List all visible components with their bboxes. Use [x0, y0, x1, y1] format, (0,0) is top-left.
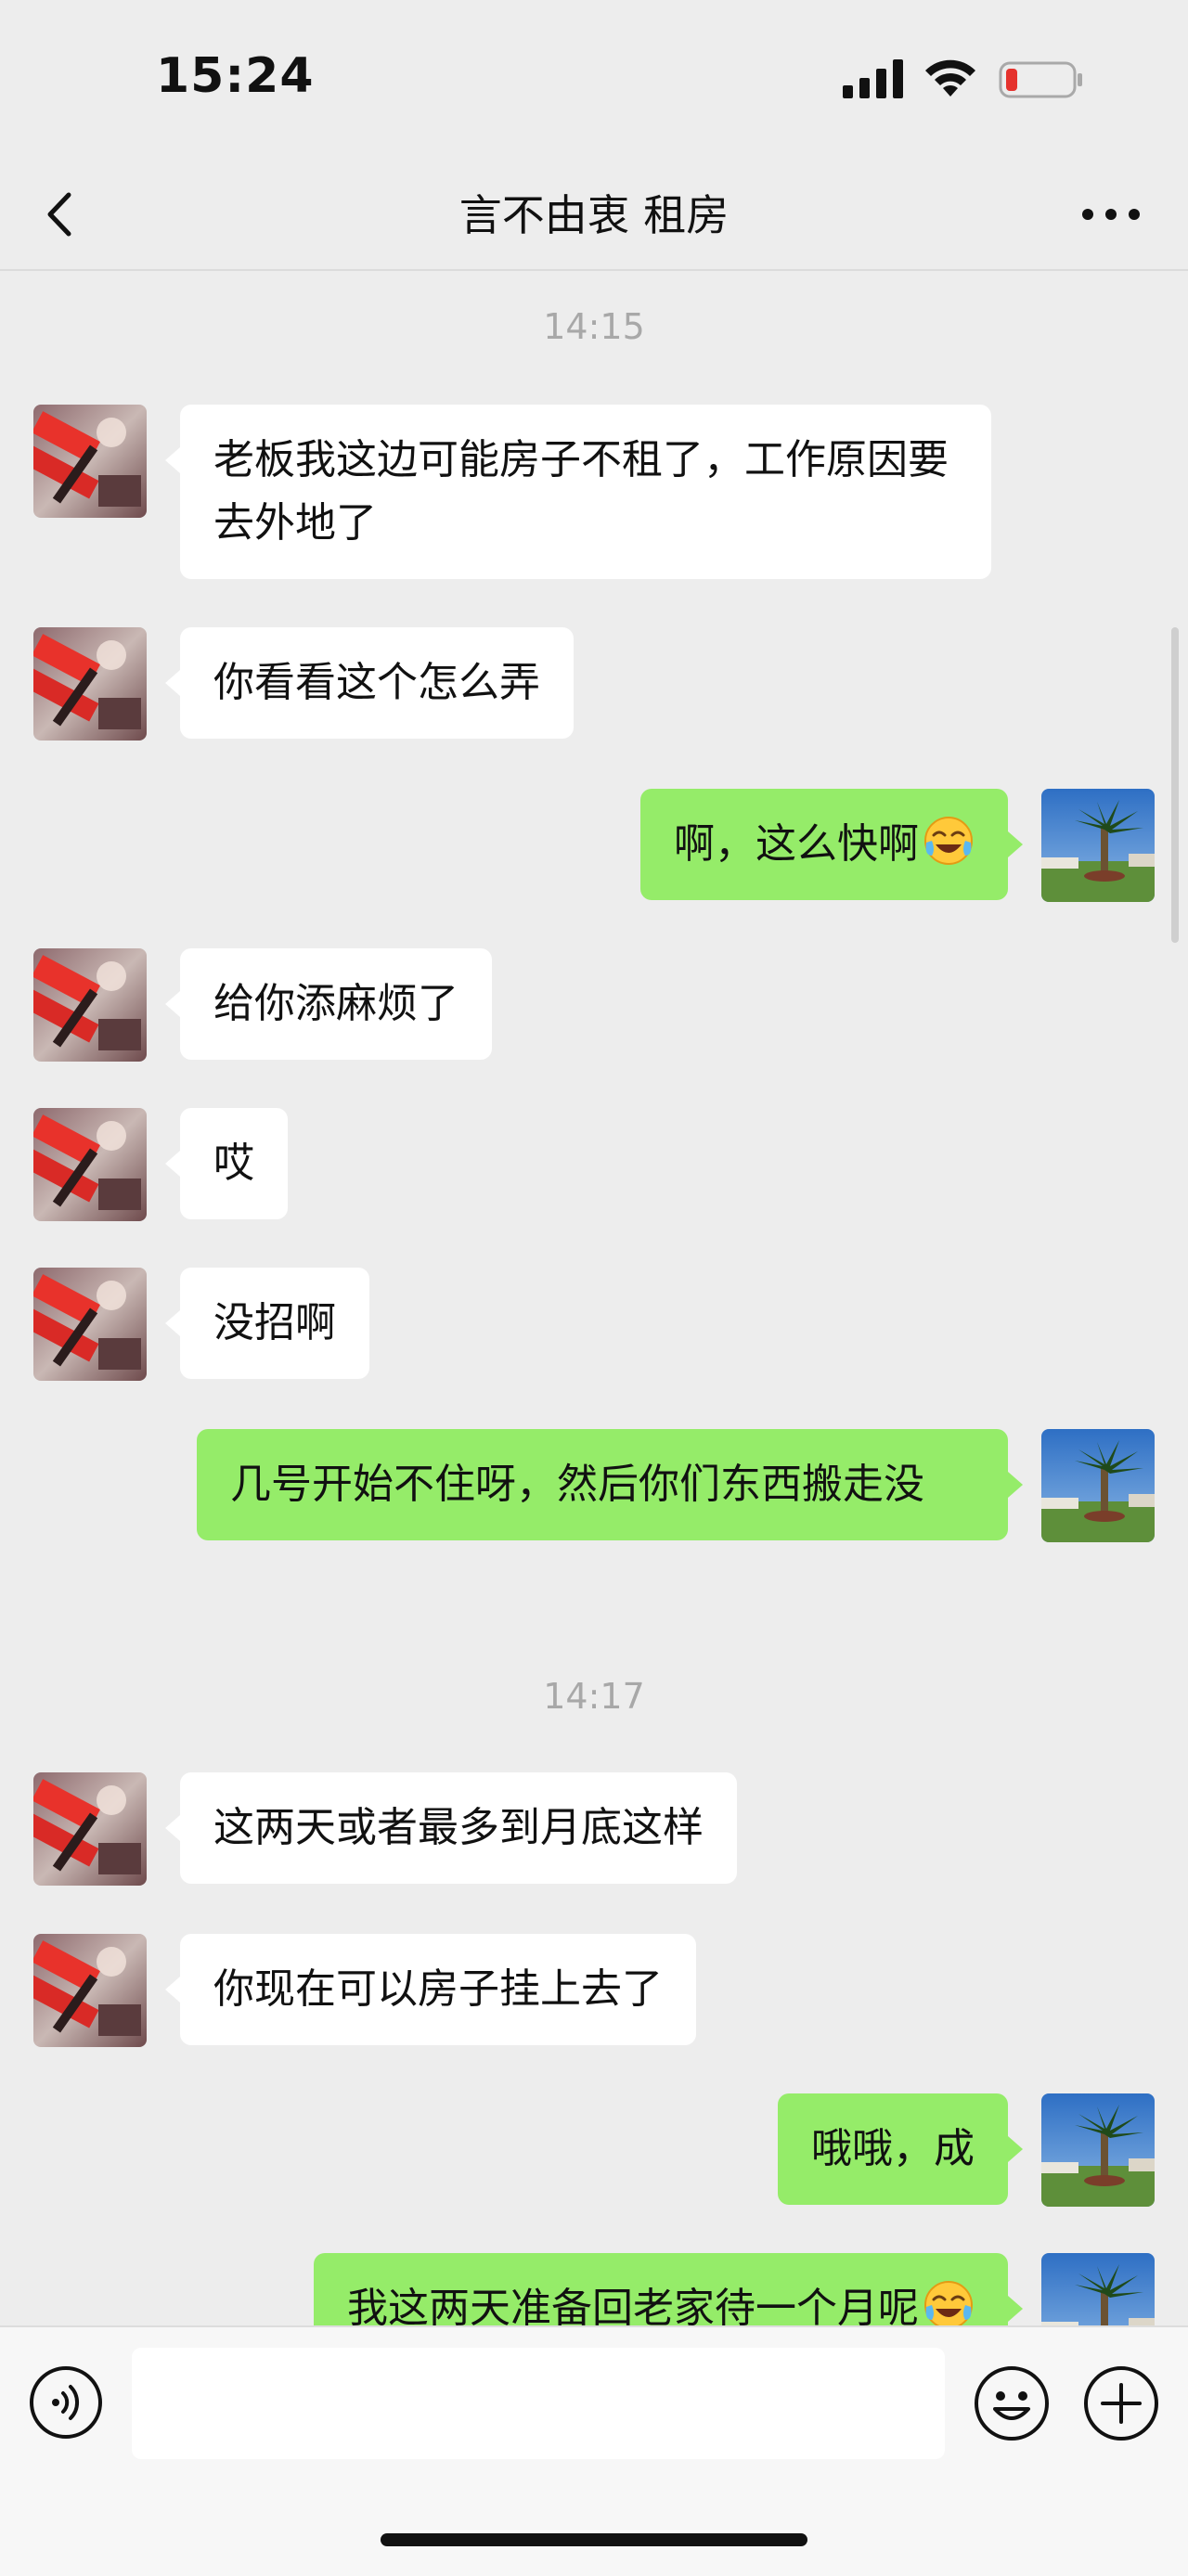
message-bubble-incoming[interactable]: 你看看这个怎么弄 — [165, 627, 574, 739]
message-text: 你看看这个怎么弄 — [213, 659, 540, 706]
message-bubble-incoming[interactable]: 你现在可以房子挂上去了 — [165, 1934, 696, 2045]
message-text: 哎 — [213, 1140, 254, 1187]
contact-avatar[interactable] — [33, 405, 147, 518]
timestamp: 14:15 — [543, 306, 645, 347]
emoji-face-icon[interactable] — [973, 2364, 1051, 2442]
contact-avatar[interactable] — [33, 948, 147, 1062]
contact-avatar[interactable] — [33, 1268, 147, 1381]
message-text: 老板我这边可能房子不租了，工作原因要去外地了 — [213, 436, 949, 547]
chat-title: 言不由衷 租房 — [458, 190, 730, 240]
voice-icon[interactable] — [28, 2364, 104, 2441]
message-text: 给你添麻烦了 — [213, 980, 458, 1027]
my-avatar[interactable] — [1041, 2093, 1155, 2207]
wifi-icon — [925, 59, 975, 97]
contact-avatar[interactable] — [33, 627, 147, 741]
message-text: 哦哦，成 — [811, 2125, 975, 2172]
message-bubble-incoming[interactable]: 给你添麻烦了 — [165, 948, 492, 1060]
message-bubble-outgoing[interactable]: 几号开始不住呀，然后你们东西搬走没 — [197, 1429, 1023, 1540]
message-text: 几号开始不住呀，然后你们东西搬走没 — [230, 1461, 924, 1508]
message-text: 啊，这么快啊 — [674, 820, 919, 868]
input-bar — [0, 2325, 1188, 2576]
message-text: 没招啊 — [213, 1299, 336, 1346]
timestamp: 14:17 — [543, 1676, 645, 1717]
message-bubble-incoming[interactable]: 老板我这边可能房子不租了，工作原因要去外地了 — [165, 405, 991, 579]
message-bubble-incoming[interactable]: 这两天或者最多到月底这样 — [165, 1772, 737, 1884]
message-text: 你现在可以房子挂上去了 — [213, 1965, 663, 2013]
message-bubble-incoming[interactable]: 没招啊 — [165, 1268, 369, 1379]
my-avatar[interactable] — [1041, 789, 1155, 902]
cellular-signal-icon — [843, 59, 903, 98]
face-with-tears-of-joy-icon — [924, 817, 973, 865]
message-bubble-outgoing[interactable]: 哦哦，成 — [778, 2093, 1023, 2205]
battery-low-icon — [999, 61, 1082, 98]
contact-avatar[interactable] — [33, 1772, 147, 1886]
status-time: 15:24 — [156, 48, 315, 104]
message-text: 这两天或者最多到月底这样 — [213, 1804, 704, 1851]
message-bubble-incoming[interactable]: 哎 — [165, 1108, 288, 1219]
message-bubble-outgoing[interactable]: 啊，这么快啊 — [640, 789, 1023, 900]
contact-avatar[interactable] — [33, 1934, 147, 2047]
scrollbar[interactable] — [1171, 627, 1179, 943]
more-dots-icon[interactable] — [1078, 200, 1143, 228]
plus-icon[interactable] — [1082, 2364, 1160, 2442]
face-with-tears-of-joy-icon — [924, 2281, 973, 2329]
home-indicator[interactable] — [381, 2533, 807, 2546]
contact-avatar[interactable] — [33, 1108, 147, 1221]
message-input[interactable] — [132, 2348, 945, 2459]
my-avatar[interactable] — [1041, 1429, 1155, 1542]
status-bar: 15:24 — [0, 0, 1188, 158]
chat-header: 言不由衷 租房 — [0, 158, 1188, 271]
